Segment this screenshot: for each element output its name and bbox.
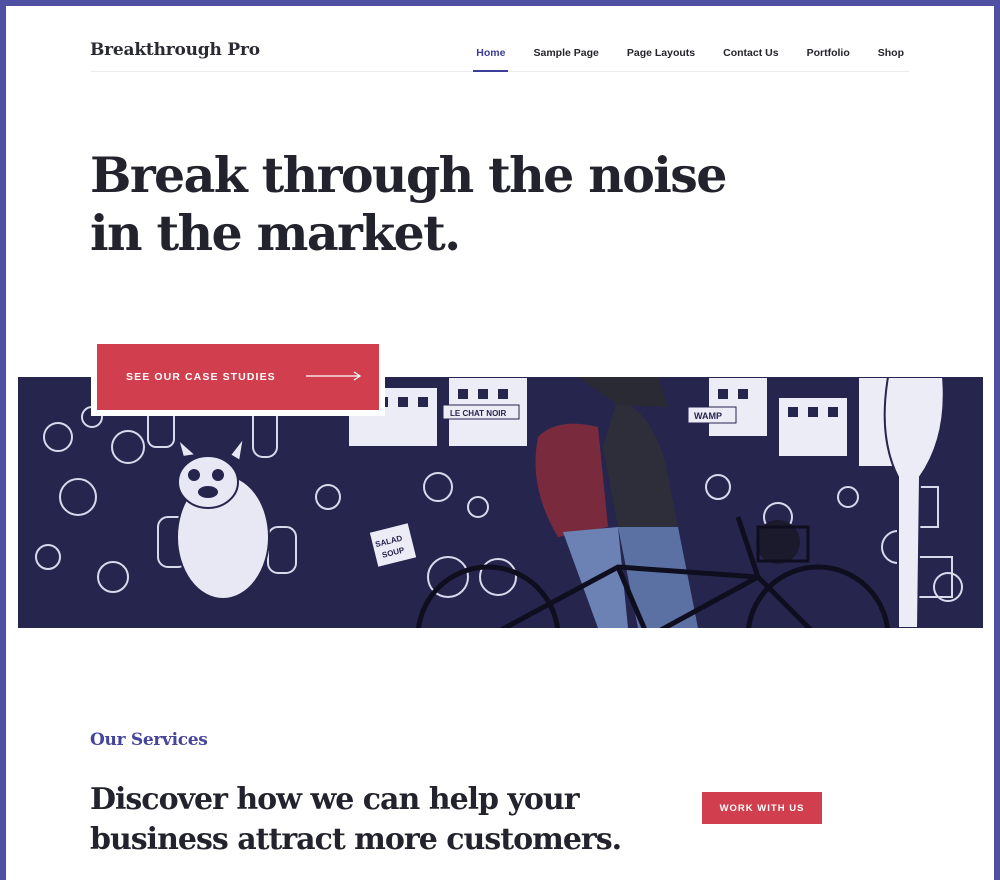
nav-item-home[interactable]: Home <box>473 47 509 72</box>
hero-title-line: Break through the noise <box>90 146 727 204</box>
cta-label: SEE OUR CASE STUDIES <box>126 371 276 383</box>
hero-title-line: in the market. <box>90 204 461 262</box>
site-title[interactable]: Breakthrough Pro <box>90 40 260 60</box>
site-header: Breakthrough Pro Home Sample Page Page L… <box>90 6 910 72</box>
cta-wrapper: SEE OUR CASE STUDIES <box>91 338 385 416</box>
nav-item-page-layouts[interactable]: Page Layouts <box>627 47 695 71</box>
work-with-us-button[interactable]: WORK WITH US <box>702 792 822 824</box>
nav-item-portfolio[interactable]: Portfolio <box>807 47 850 71</box>
see-case-studies-button[interactable]: SEE OUR CASE STUDIES <box>97 344 379 410</box>
nav-item-shop[interactable]: Shop <box>878 47 904 71</box>
nav-item-contact-us[interactable]: Contact Us <box>723 47 778 71</box>
hero-title: Break through the noise in the market. <box>90 146 790 262</box>
services-title-line: business attract more customers. <box>90 822 622 857</box>
main-nav: Home Sample Page Page Layouts Contact Us… <box>448 47 904 72</box>
arrow-right-icon <box>305 368 362 386</box>
page-frame: Breakthrough Pro Home Sample Page Page L… <box>6 6 994 880</box>
services-title: Discover how we can help your business a… <box>90 780 650 860</box>
svg-text:LE CHAT NOIR: LE CHAT NOIR <box>450 409 507 418</box>
nav-item-sample-page[interactable]: Sample Page <box>533 47 598 71</box>
services-title-line: Discover how we can help your <box>90 782 580 817</box>
services-label: Our Services <box>90 730 208 750</box>
svg-text:WAMP: WAMP <box>694 411 722 421</box>
